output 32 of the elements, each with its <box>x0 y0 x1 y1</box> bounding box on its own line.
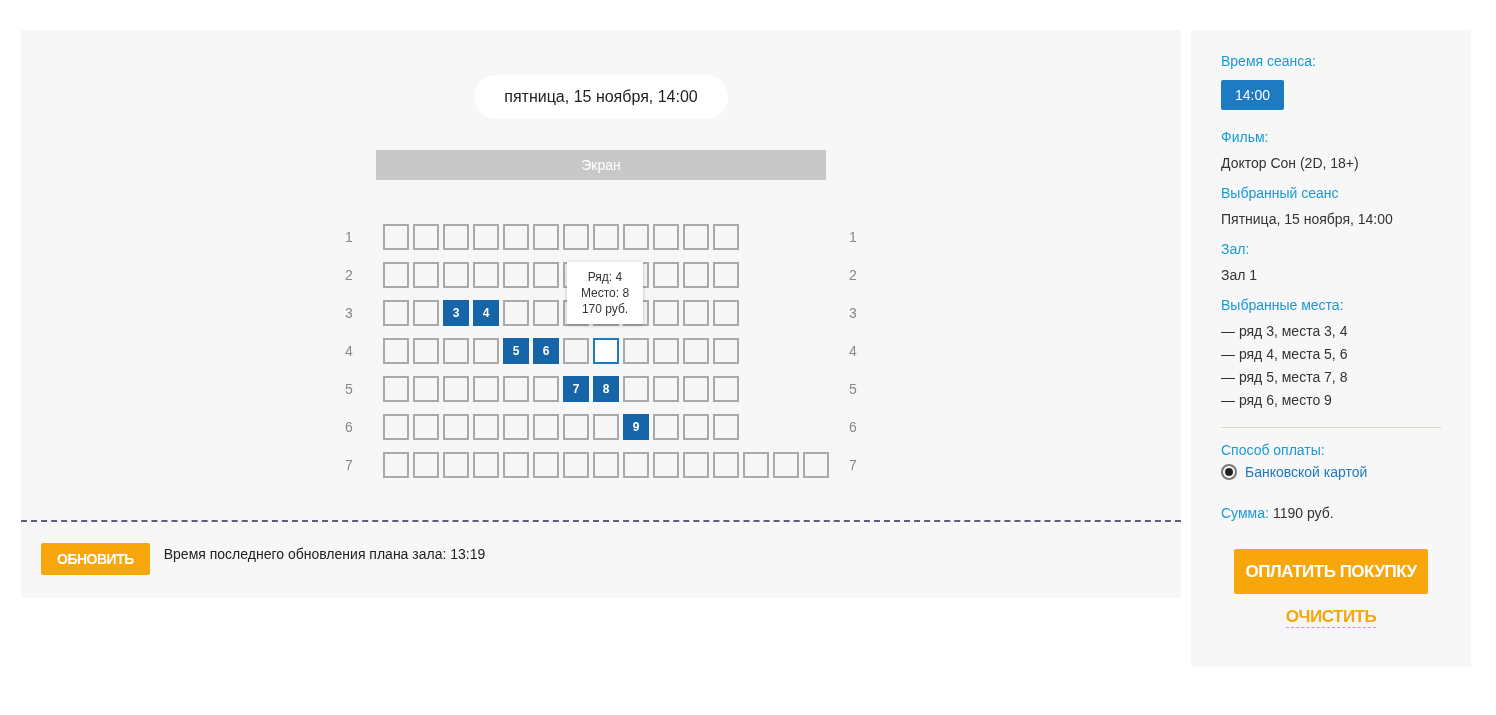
selected-seat-line: — ряд 5, места 7, 8 <box>1221 369 1349 385</box>
row-number: 1 <box>344 229 354 245</box>
row-number: 3 <box>848 305 858 321</box>
hall-value: Зал 1 <box>1221 267 1259 283</box>
row-number: 4 <box>848 343 858 359</box>
field-label: Выбранные места: <box>1221 297 1345 313</box>
row-number: 2 <box>344 267 354 283</box>
row-number: 7 <box>344 457 354 473</box>
field-label: Время сеанса: <box>1221 53 1317 69</box>
film-title: Доктор Сон (2D, 18+) <box>1221 155 1360 171</box>
field-label: Выбранный сеанс <box>1221 185 1340 201</box>
row-number: 4 <box>344 343 354 359</box>
row-number: 5 <box>848 381 858 397</box>
sum-value: 1190 руб. <box>1272 505 1334 521</box>
field-label: Фильм: <box>1221 129 1270 145</box>
row-number: 3 <box>344 305 354 321</box>
selected-seat-line: — ряд 4, места 5, 6 <box>1221 346 1349 362</box>
selected-seat-line: — ряд 6, место 9 <box>1221 392 1333 408</box>
field-label: Способ оплаты: <box>1221 442 1326 458</box>
selected-seat-line: — ряд 3, места 3, 4 <box>1221 323 1349 339</box>
row-number: 6 <box>344 419 354 435</box>
row-number: 2 <box>848 267 858 283</box>
row-number: 6 <box>848 419 858 435</box>
field-label: Зал: <box>1221 241 1251 257</box>
row-number: 5 <box>344 381 354 397</box>
row-number: 1 <box>848 229 858 245</box>
seat-tooltip: Ряд: 4 Место: 8 170 руб. <box>567 262 643 324</box>
session-value: Пятница, 15 ноября, 14:00 <box>1221 211 1394 227</box>
sum-label: Сумма: <box>1221 505 1269 521</box>
update-time-text: Время последнего обновления плана зала: 13:19 <box>163 546 486 562</box>
row-number: 7 <box>848 457 858 473</box>
session-date: пятница, 15 ноября, 14:00 <box>474 75 728 119</box>
